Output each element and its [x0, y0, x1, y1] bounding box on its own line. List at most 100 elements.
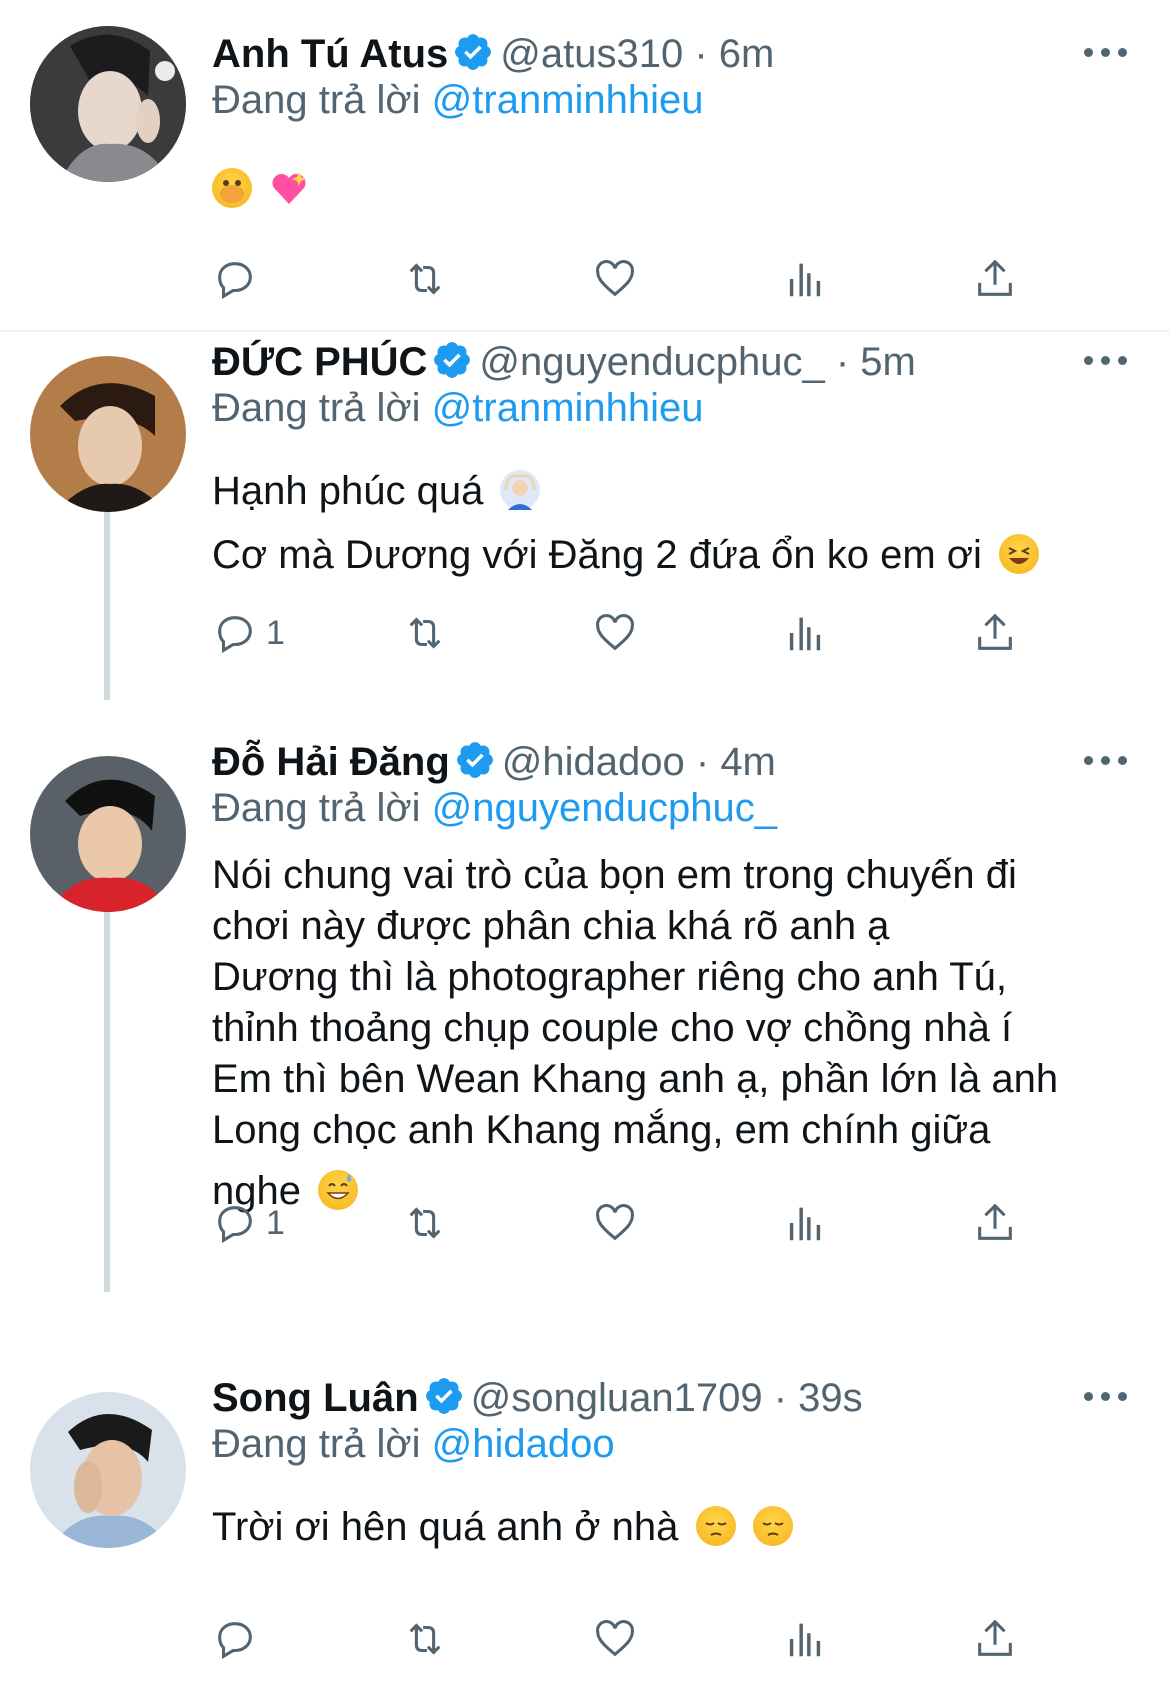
more-options-icon[interactable]: [1084, 42, 1128, 62]
mention-link[interactable]: @hidadoo: [432, 1422, 615, 1466]
tweet-text-line: Trời ơi hên quá anh ở nhà: [212, 1502, 793, 1553]
tweet-text: Cơ mà Dương với Đăng 2 đứa ổn ko em ơi: [212, 533, 982, 577]
tweet[interactable]: Song Luân @songluan1709 · 39s Đang trả lờ…: [0, 1368, 1170, 1687]
separator: ·: [683, 32, 719, 76]
replying-label: Đang trả lời: [212, 786, 421, 830]
separator: ·: [684, 740, 721, 784]
heart-icon: [596, 260, 634, 297]
views-button[interactable]: [782, 608, 828, 658]
like-button[interactable]: [592, 254, 638, 304]
reply-icon: [218, 1206, 252, 1243]
share-button[interactable]: [972, 1614, 1018, 1664]
retweet-button[interactable]: [402, 1614, 448, 1664]
tweet-header: Song Luân @songluan1709 · 39s: [212, 1374, 863, 1422]
reply-button[interactable]: [212, 254, 266, 304]
share-icon: [978, 1619, 1012, 1656]
retweet-button[interactable]: [402, 254, 448, 304]
replying-label: Đang trả lời: [212, 1422, 421, 1466]
tweet-text: Trời ơi hên quá anh ở nhà: [212, 1505, 679, 1549]
tweet-text-line: Dương thì là photographer riêng cho anh …: [212, 955, 1007, 999]
timestamp[interactable]: 5m: [860, 340, 916, 384]
tweet-text-line: Hạnh phúc quá: [212, 466, 541, 517]
person-gesturing-ok-emoji: [500, 470, 541, 510]
retweet-button[interactable]: [402, 608, 448, 658]
share-button[interactable]: [972, 608, 1018, 658]
more-options-icon[interactable]: [1084, 750, 1128, 770]
views-button[interactable]: [782, 1198, 828, 1248]
separator: ·: [824, 340, 861, 384]
mention-link[interactable]: @tranminhhieu: [432, 386, 704, 430]
retweet-icon: [409, 1623, 441, 1655]
action-bar: [212, 1614, 1032, 1664]
share-button[interactable]: [972, 1198, 1018, 1248]
replying-label: Đang trả lời: [212, 78, 421, 122]
separator: ·: [762, 1376, 799, 1420]
display-name[interactable]: Anh Tú Atus: [212, 32, 448, 76]
mention-link[interactable]: @nguyenducphuc_: [432, 786, 777, 830]
reply-count: 1: [266, 613, 285, 652]
views-icon: [789, 263, 821, 297]
reply-button[interactable]: 1: [212, 1198, 285, 1248]
handle[interactable]: @songluan1709: [471, 1376, 763, 1420]
sparkling-heart-emoji: [269, 168, 309, 208]
tweet[interactable]: Anh Tú Atus @atus310 · 6m Đang trả lời @t…: [0, 0, 1170, 310]
retweet-icon: [409, 263, 441, 295]
tweet-header: Đỗ Hải Đăng @hidadoo · 4m: [212, 738, 776, 786]
action-bar: [212, 254, 1032, 304]
verified-badge-icon: [434, 342, 471, 378]
timestamp[interactable]: 39s: [798, 1376, 863, 1420]
tweet[interactable]: ĐỨC PHÚC @nguyenducphuc_ · 5m Đang trả lờ…: [0, 332, 1170, 702]
views-button[interactable]: [782, 1614, 828, 1664]
pensive-face-emoji: [752, 1506, 793, 1546]
like-button[interactable]: [592, 1614, 638, 1664]
replying-to: Đang trả lời @tranminhhieu: [212, 384, 704, 432]
more-options-icon[interactable]: [1084, 350, 1128, 370]
mention-link[interactable]: @tranminhhieu: [432, 78, 704, 122]
verified-badge-icon: [455, 34, 492, 70]
reply-icon: [218, 262, 252, 299]
grinning-squinting-face-emoji: [999, 534, 1040, 574]
views-icon: [789, 617, 821, 651]
verified-badge-icon: [456, 742, 493, 778]
action-bar: 1: [212, 608, 1032, 658]
face-with-hand-over-mouth-emoji: [212, 168, 252, 208]
avatar[interactable]: [30, 1392, 186, 1548]
avatar-photo: [30, 356, 186, 512]
reply-button[interactable]: [212, 1614, 266, 1664]
avatar[interactable]: [30, 26, 186, 182]
avatar-photo: [30, 26, 186, 182]
timestamp[interactable]: 6m: [719, 32, 775, 76]
timestamp[interactable]: 4m: [720, 740, 776, 784]
tweet-text-line: Em thì bên Wean Khang anh ạ, phần lớn là…: [212, 1057, 1059, 1101]
display-name[interactable]: Đỗ Hải Đăng: [212, 740, 450, 784]
handle[interactable]: @nguyenducphuc_: [479, 340, 824, 384]
replying-to: Đang trả lời @hidadoo: [212, 1420, 615, 1468]
heart-icon: [596, 1204, 634, 1241]
tweet[interactable]: Đỗ Hải Đăng @hidadoo · 4m Đang trả lời @n…: [0, 732, 1170, 1362]
avatar[interactable]: [30, 356, 186, 512]
share-icon: [978, 259, 1012, 296]
share-icon: [978, 613, 1012, 650]
display-name[interactable]: ĐỨC PHÚC: [212, 340, 427, 384]
like-button[interactable]: [592, 1198, 638, 1248]
views-button[interactable]: [782, 254, 828, 304]
avatar-photo: [30, 1392, 186, 1548]
heart-icon: [596, 614, 634, 651]
tweet-text-line: thỉnh thoảng chụp couple cho vợ chồng nh…: [212, 1006, 1013, 1050]
handle[interactable]: @hidadoo: [502, 740, 685, 784]
tweet-header: ĐỨC PHÚC @nguyenducphuc_ · 5m: [212, 338, 916, 386]
like-button[interactable]: [592, 608, 638, 658]
reply-button[interactable]: 1: [212, 608, 285, 658]
avatar[interactable]: [30, 756, 186, 912]
retweet-button[interactable]: [402, 1198, 448, 1248]
share-button[interactable]: [972, 254, 1018, 304]
replying-to: Đang trả lời @nguyenducphuc_: [212, 784, 777, 832]
more-options-icon[interactable]: [1084, 1386, 1128, 1406]
tweet-text-line: chơi này được phân chia khá rõ anh ạ: [212, 904, 890, 948]
display-name[interactable]: Song Luân: [212, 1376, 419, 1420]
views-icon: [789, 1623, 821, 1657]
retweet-icon: [409, 617, 441, 649]
handle[interactable]: @atus310: [500, 32, 683, 76]
reply-count: 1: [266, 1203, 285, 1242]
reply-icon: [218, 1622, 252, 1659]
